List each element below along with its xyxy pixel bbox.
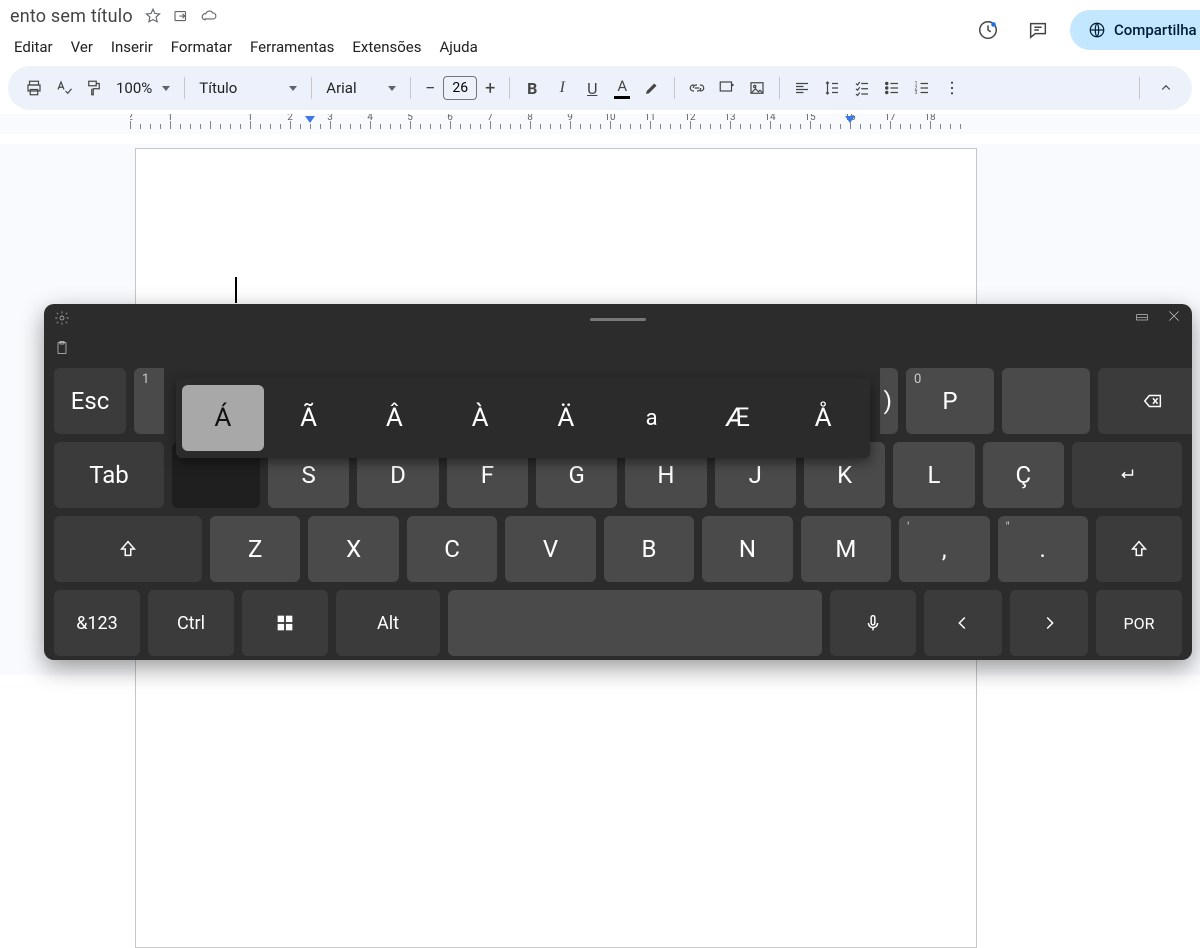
key-c[interactable]: C xyxy=(407,516,497,582)
key-o-partial[interactable]: ) xyxy=(880,368,898,434)
accent-key-1[interactable]: Ã xyxy=(268,385,350,451)
key-space[interactable] xyxy=(448,590,822,656)
line-spacing-button[interactable] xyxy=(818,74,846,102)
osk-row-4: &123 Ctrl Alt POR xyxy=(44,590,1192,656)
font-size-decrease[interactable]: − xyxy=(419,77,441,99)
key-p[interactable]: 0P xyxy=(906,368,994,434)
key-right[interactable] xyxy=(1010,590,1088,656)
key-x[interactable]: X xyxy=(308,516,398,582)
zoom-select[interactable]: 100% xyxy=(110,79,176,97)
key-backspace[interactable] xyxy=(1098,368,1192,434)
insert-link-icon[interactable] xyxy=(683,74,711,102)
star-icon[interactable] xyxy=(143,6,163,26)
key-shift-right[interactable] xyxy=(1096,516,1182,582)
text-color-button[interactable]: A xyxy=(608,74,636,102)
font-value: Arial xyxy=(326,79,356,97)
menu-tools[interactable]: Ferramentas xyxy=(242,34,342,60)
key-z[interactable]: Z xyxy=(210,516,300,582)
svg-text:3: 3 xyxy=(915,90,918,96)
osk-row-3: Z X C V B N M ', ". xyxy=(44,516,1192,582)
style-select[interactable]: Título xyxy=(193,79,303,97)
key-esc[interactable]: Esc xyxy=(54,368,126,434)
onscreen-keyboard[interactable]: Esc 1 ) 0P Tab S D F G H J K L Ç Z X C V… xyxy=(44,304,1192,660)
menu-help[interactable]: Ajuda xyxy=(431,34,485,60)
key-l[interactable]: L xyxy=(893,442,974,508)
key-windows[interactable] xyxy=(242,590,328,656)
share-label: Compartilha xyxy=(1114,21,1197,39)
font-size-increase[interactable]: + xyxy=(479,77,501,99)
align-button[interactable] xyxy=(788,74,816,102)
font-select[interactable]: Arial xyxy=(320,79,402,97)
menu-extensions[interactable]: Extensões xyxy=(344,34,429,60)
text-cursor xyxy=(235,277,237,303)
accent-key-4[interactable]: Ä xyxy=(525,385,607,451)
paint-format-icon[interactable] xyxy=(80,74,108,102)
key-alt[interactable]: Alt xyxy=(336,590,440,656)
osk-close-icon[interactable] xyxy=(1166,308,1182,328)
ruler[interactable]: 21123456789101112131415161718 xyxy=(0,114,1200,134)
comments-icon[interactable] xyxy=(1020,12,1056,48)
accent-key-2[interactable]: Â xyxy=(354,385,436,451)
key-period[interactable]: ". xyxy=(998,516,1088,582)
more-icon[interactable] xyxy=(938,74,966,102)
key-b[interactable]: B xyxy=(604,516,694,582)
key-m[interactable]: M xyxy=(801,516,891,582)
underline-button[interactable]: U xyxy=(578,74,606,102)
move-icon[interactable] xyxy=(171,6,191,26)
accent-key-0[interactable]: Á xyxy=(182,385,264,451)
style-value: Título xyxy=(199,79,237,97)
insert-image-icon[interactable] xyxy=(743,74,771,102)
key-language[interactable]: POR xyxy=(1096,590,1182,656)
bold-button[interactable]: B xyxy=(518,74,546,102)
key-shift-left[interactable] xyxy=(54,516,202,582)
key-cedilla[interactable]: Ç xyxy=(983,442,1064,508)
print-icon[interactable] xyxy=(20,74,48,102)
key-ctrl[interactable]: Ctrl xyxy=(148,590,234,656)
accent-key-3[interactable]: À xyxy=(439,385,521,451)
key-n[interactable]: N xyxy=(702,516,792,582)
osk-drag-handle[interactable] xyxy=(590,318,646,321)
share-button[interactable]: Compartilha xyxy=(1070,10,1200,50)
menu-view[interactable]: Ver xyxy=(63,34,101,60)
key-left[interactable] xyxy=(924,590,1002,656)
key-enter[interactable] xyxy=(1072,442,1182,508)
doc-title[interactable]: ento sem título xyxy=(0,6,139,27)
menu-insert[interactable]: Inserir xyxy=(103,34,161,60)
key-comma[interactable]: ', xyxy=(899,516,989,582)
highlight-button[interactable] xyxy=(638,74,666,102)
osk-settings-icon[interactable] xyxy=(54,310,70,326)
accent-popup: Á Ã Â À Ä a Æ Å xyxy=(176,378,870,458)
collapse-toolbar-icon[interactable] xyxy=(1152,74,1180,102)
accent-key-5[interactable]: a xyxy=(611,385,693,451)
osk-clipboard-icon[interactable] xyxy=(54,340,70,360)
spellcheck-icon[interactable] xyxy=(50,74,78,102)
accent-key-6[interactable]: Æ xyxy=(697,385,779,451)
key-tab[interactable]: Tab xyxy=(54,442,164,508)
key-mic[interactable] xyxy=(830,590,916,656)
accent-key-7[interactable]: Å xyxy=(782,385,864,451)
numbered-list-button[interactable]: 123 xyxy=(908,74,936,102)
menu-format[interactable]: Formatar xyxy=(163,34,240,60)
history-icon[interactable] xyxy=(970,12,1006,48)
insert-comment-icon[interactable] xyxy=(713,74,741,102)
key-blank-1[interactable] xyxy=(1002,368,1090,434)
key-q-partial[interactable]: 1 xyxy=(134,368,164,434)
title-bar: ento sem título Compartilha xyxy=(0,0,1200,28)
bulleted-list-button[interactable] xyxy=(878,74,906,102)
font-size-input[interactable] xyxy=(443,76,477,100)
checklist-button[interactable] xyxy=(848,74,876,102)
menu-edit[interactable]: Editar xyxy=(6,34,61,60)
cloud-icon[interactable] xyxy=(199,6,219,26)
zoom-value: 100% xyxy=(116,79,152,97)
key-symbols[interactable]: &123 xyxy=(54,590,140,656)
osk-dock-icon[interactable] xyxy=(1134,308,1150,328)
key-v[interactable]: V xyxy=(505,516,595,582)
toolbar: 100% Título Arial − + B I U A 123 xyxy=(8,66,1192,110)
italic-button[interactable]: I xyxy=(548,74,576,102)
